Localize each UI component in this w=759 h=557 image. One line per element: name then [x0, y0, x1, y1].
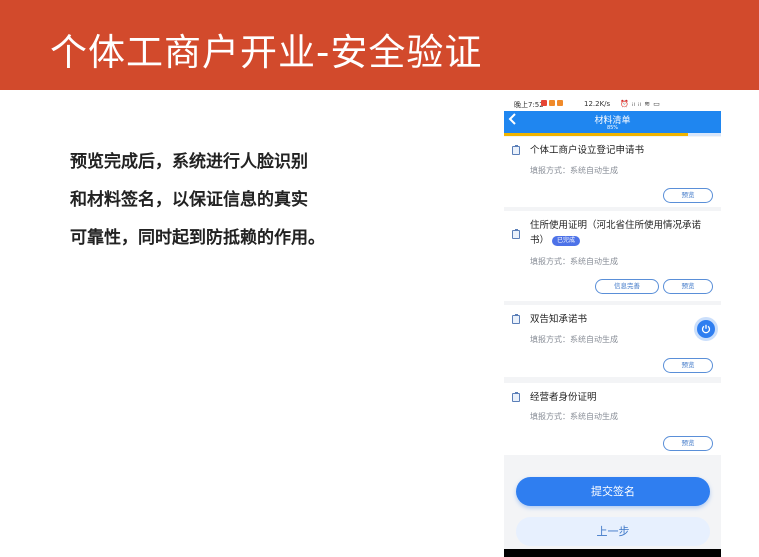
material-card: 经营者身份证明 填报方式：系统自动生成 预览: [504, 383, 721, 455]
material-title: 双告知承诺书: [530, 314, 588, 325]
floating-action-button[interactable]: [697, 320, 715, 338]
notification-icon: [549, 100, 555, 106]
slide-description: 预览完成后，系统进行人脸识别 和材料签名，以保证信息的真实 可靠性，同时起到防抵…: [70, 143, 390, 257]
preview-button[interactable]: 预览: [663, 436, 713, 451]
notification-icon: [557, 100, 563, 106]
phone-bottom-bar: [504, 549, 721, 557]
slide-title: 个体工商户开业-安全验证: [50, 31, 483, 74]
preview-button[interactable]: 预览: [663, 358, 713, 373]
fill-method: 填报方式：系统自动生成: [530, 257, 618, 266]
material-card: 住所使用证明（河北省住所使用情况承诺书） 已完成 填报方式：系统自动生成 信息完…: [504, 211, 721, 301]
power-icon: [701, 324, 711, 334]
signal-battery-icons: ⏰ ᵢₗ ᵢₗ ≋ ▭: [620, 100, 661, 108]
progress-bar: [504, 133, 721, 136]
submit-signature-button[interactable]: 提交签名: [516, 477, 710, 506]
previous-step-button[interactable]: 上一步: [516, 517, 710, 546]
fill-method: 填报方式：系统自动生成: [530, 335, 618, 344]
phone-screenshot: 晚上7:52 12.2K/s ⏰ ᵢₗ ᵢₗ ≋ ▭ 材料清单 85% 个体工商…: [504, 97, 721, 557]
complete-info-button[interactable]: 信息完善: [595, 279, 659, 294]
material-title: 经营者身份证明: [530, 392, 597, 403]
material-title: 个体工商户设立登记申请书: [530, 145, 645, 156]
clipboard-icon: [512, 392, 520, 402]
preview-button[interactable]: 预览: [663, 279, 713, 294]
material-card: 个体工商户设立登记申请书 填报方式：系统自动生成 预览: [504, 137, 721, 207]
status-time: 晚上7:52: [514, 101, 544, 109]
notification-icon: [541, 100, 547, 106]
status-badge: 已完成: [552, 235, 581, 246]
preview-button[interactable]: 预览: [663, 188, 713, 203]
description-line: 和材料签名，以保证信息的真实: [70, 190, 308, 210]
status-bar: 晚上7:52 12.2K/s ⏰ ᵢₗ ᵢₗ ≋ ▭: [504, 97, 721, 111]
progress-fill: [504, 133, 689, 136]
network-speed: 12.2K/s: [584, 100, 611, 108]
material-title: 住所使用证明（河北省住所使用情况承诺书） 已完成: [530, 218, 714, 248]
fill-method: 填报方式：系统自动生成: [530, 166, 618, 175]
material-card: 双告知承诺书 填报方式：系统自动生成 预览: [504, 305, 721, 377]
progress-label: 85%: [606, 125, 619, 131]
notification-icons: [541, 100, 563, 106]
fill-method: 填报方式：系统自动生成: [530, 412, 618, 421]
clipboard-icon: [512, 229, 520, 239]
description-line: 预览完成后，系统进行人脸识别: [70, 152, 308, 172]
clipboard-icon: [512, 314, 520, 324]
description-line: 可靠性，同时起到防抵赖的作用。: [70, 228, 325, 248]
clipboard-icon: [512, 145, 520, 155]
slide-header: 个体工商户开业-安全验证: [0, 0, 759, 90]
